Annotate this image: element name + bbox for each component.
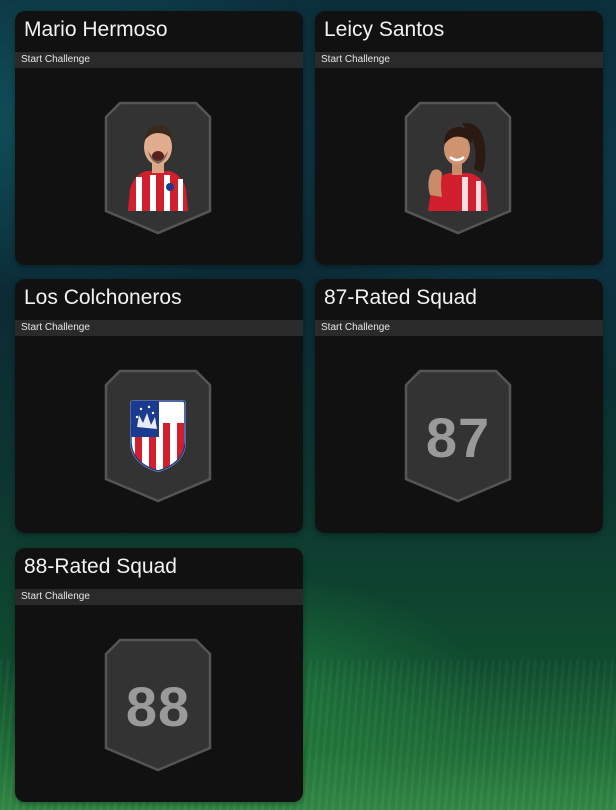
start-challenge-bar[interactable]: Start Challenge bbox=[15, 52, 303, 68]
challenge-badge: 88 bbox=[104, 638, 212, 772]
challenge-card-los-colchoneros[interactable]: Los Colchoneros Start Challenge bbox=[15, 279, 303, 533]
challenge-card-leicy-santos[interactable]: Leicy Santos Start Challenge bbox=[315, 11, 603, 265]
challenge-title: Mario Hermoso bbox=[24, 18, 168, 41]
start-challenge-bar[interactable]: Start Challenge bbox=[15, 320, 303, 336]
rating-number: 88 bbox=[125, 675, 191, 738]
challenge-title: Leicy Santos bbox=[324, 18, 445, 41]
start-challenge-bar[interactable]: Start Challenge bbox=[15, 589, 303, 605]
challenge-badge bbox=[104, 101, 212, 235]
start-challenge-label: Start Challenge bbox=[321, 322, 390, 333]
start-challenge-label: Start Challenge bbox=[321, 54, 390, 65]
challenge-card-mario-hermoso[interactable]: Mario Hermoso Start Challenge bbox=[15, 11, 303, 265]
start-challenge-label: Start Challenge bbox=[21, 54, 90, 65]
challenge-badge bbox=[404, 101, 512, 235]
challenge-title: 87-Rated Squad bbox=[324, 286, 477, 309]
player-portrait-icon bbox=[428, 122, 488, 211]
rating-number: 87 bbox=[425, 406, 491, 469]
challenge-card-87-rated-squad[interactable]: 87-Rated Squad Start Challenge 87 bbox=[315, 279, 603, 533]
atletico-crest-icon bbox=[130, 400, 186, 473]
start-challenge-bar[interactable]: Start Challenge bbox=[315, 320, 603, 336]
player-portrait-icon bbox=[128, 125, 188, 211]
challenge-badge bbox=[104, 369, 212, 503]
start-challenge-bar[interactable]: Start Challenge bbox=[315, 52, 603, 68]
start-challenge-label: Start Challenge bbox=[21, 322, 90, 333]
start-challenge-label: Start Challenge bbox=[21, 591, 90, 602]
challenge-badge: 87 bbox=[404, 369, 512, 503]
challenge-title: Los Colchoneros bbox=[24, 286, 182, 309]
challenge-title: 88-Rated Squad bbox=[24, 555, 177, 578]
challenge-card-88-rated-squad[interactable]: 88-Rated Squad Start Challenge 88 bbox=[15, 548, 303, 802]
